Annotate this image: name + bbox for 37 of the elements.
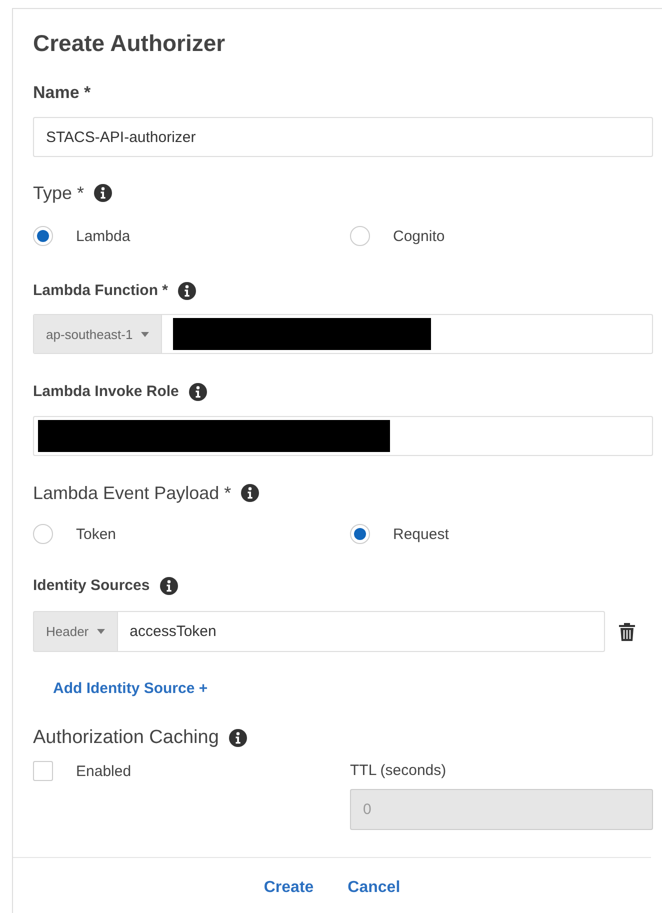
field-label: Authorization Caching [33,727,219,749]
checkbox[interactable] [33,761,53,781]
name-field[interactable]: STACS-API-authorizer [33,117,653,157]
footer-button[interactable]: Create [260,877,318,899]
radio-label: Lambda [76,228,130,244]
dialog-title: Create Authorizer [33,29,226,57]
function-field[interactable]: ap-southeast-1 [33,314,653,354]
field-label: Lambda Event Payload * [33,482,232,504]
field-label: Lambda Function * [33,281,168,301]
info-icon[interactable] [94,184,112,202]
add-identity-source-link[interactable]: Add Identity Source + [53,679,208,699]
radio-button[interactable] [33,524,53,544]
source-type-select[interactable]: Header [33,611,117,652]
identity-source-field[interactable]: accessToken [116,611,605,652]
trash-icon[interactable] [619,622,635,640]
radio-label: Cognito [393,228,445,244]
region-select[interactable]: ap-southeast-1 [34,315,162,353]
info-icon[interactable] [241,484,260,502]
field-label: Type * [33,182,84,204]
footer-button[interactable]: Cancel [344,877,404,899]
radio-button[interactable] [350,226,370,246]
field-label: Name * [33,82,91,104]
caret-icon [140,332,149,336]
info-icon[interactable] [228,729,247,747]
field-label: Identity Sources [33,576,150,596]
field-label: Lambda Invoke Role [33,382,179,402]
field-label: TTL (seconds) [350,761,448,781]
role-field[interactable] [33,416,653,456]
checkbox-label: Enabled [76,762,132,780]
radio-button[interactable] [350,524,370,544]
radio-label: Token [76,526,116,542]
caret-icon [96,629,105,634]
info-icon[interactable] [188,383,207,401]
info-icon[interactable] [160,577,178,595]
radio-label: Request [393,526,449,542]
radio-button[interactable] [33,226,53,246]
info-icon[interactable] [178,282,196,300]
